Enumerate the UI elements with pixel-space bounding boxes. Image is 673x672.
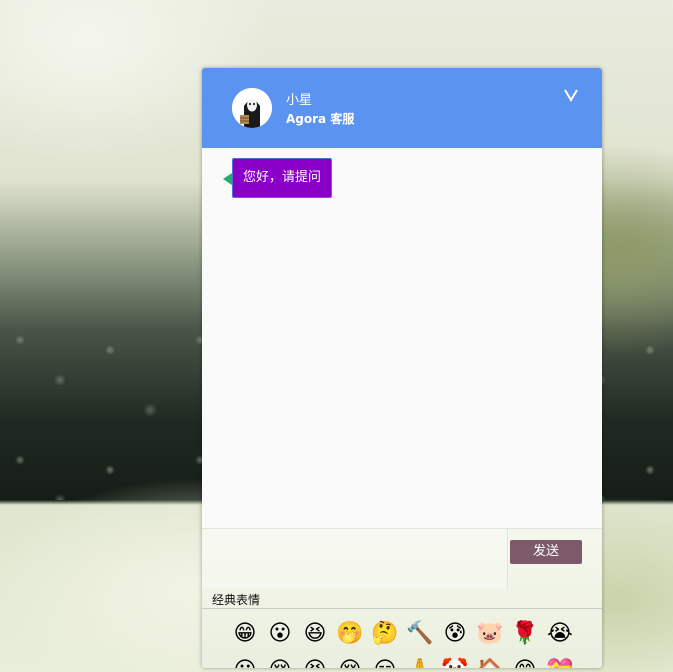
emoji-pray[interactable]: 🙏 bbox=[405, 656, 435, 668]
emoji-giggle[interactable]: 🤭 bbox=[335, 619, 365, 649]
chevron-down-icon[interactable] bbox=[562, 86, 580, 104]
agent-avatar-image bbox=[232, 88, 272, 128]
emoji-laughing[interactable]: 😆 bbox=[300, 619, 330, 649]
send-button[interactable]: 发送 bbox=[510, 540, 582, 564]
emoji-surprised[interactable]: 😮 bbox=[265, 619, 295, 649]
emoji-grin[interactable]: 😁 bbox=[230, 619, 260, 649]
agent-message-bubble: 您好，请提问 bbox=[232, 158, 333, 198]
emoji-expressionless[interactable]: 😑 bbox=[370, 656, 400, 668]
emoji-house[interactable]: 🏠 bbox=[475, 656, 505, 668]
chat-widget: 小星 Agora 客服 您好，请提问 发送 经典表情 😁 😮 😆 🤭 🤔 🔨 😰… bbox=[202, 68, 602, 668]
emoji-crying[interactable]: 😭 bbox=[545, 619, 575, 649]
emoji-divider bbox=[202, 608, 602, 609]
emoji-gift-heart[interactable]: 💝 bbox=[545, 656, 575, 668]
emoji-hammer[interactable]: 🔨 bbox=[405, 619, 435, 649]
emoji-pig[interactable]: 🐷 bbox=[475, 619, 505, 649]
emoji-row-1: 😁 😮 😆 🤭 🤔 🔨 😰 🐷 🌹 😭 bbox=[230, 619, 580, 649]
agent-name: 小星 bbox=[286, 93, 313, 108]
emoji-pensive[interactable]: 😔 bbox=[335, 656, 365, 668]
bubble-tail bbox=[223, 173, 232, 185]
chat-header: 小星 Agora 客服 bbox=[202, 68, 602, 148]
message-list[interactable]: 您好，请提问 bbox=[202, 148, 602, 528]
emoji-rose[interactable]: 🌹 bbox=[510, 619, 540, 649]
emoji-neutral[interactable]: 😐 bbox=[230, 656, 260, 668]
agent-role: Agora 客服 bbox=[286, 112, 355, 126]
emoji-smile[interactable]: 😊 bbox=[510, 656, 540, 668]
emoji-row-2: 😐 😌 😣 😔 😑 🙏 🤡 🏠 😊 💝 bbox=[230, 656, 580, 668]
composer: 发送 经典表情 😁 😮 😆 🤭 🤔 🔨 😰 🐷 🌹 😭 😐 😌 😣 😔 😑 🙏 … bbox=[202, 528, 602, 668]
emoji-panel-title: 经典表情 bbox=[212, 593, 261, 607]
message-input[interactable] bbox=[202, 529, 508, 589]
emoji-sweat[interactable]: 😰 bbox=[440, 619, 470, 649]
emoji-persevere[interactable]: 😣 bbox=[300, 656, 330, 668]
emoji-thinking[interactable]: 🤔 bbox=[370, 619, 400, 649]
agent-avatar bbox=[232, 88, 272, 128]
emoji-relieved[interactable]: 😌 bbox=[265, 656, 295, 668]
emoji-clown[interactable]: 🤡 bbox=[440, 656, 470, 668]
